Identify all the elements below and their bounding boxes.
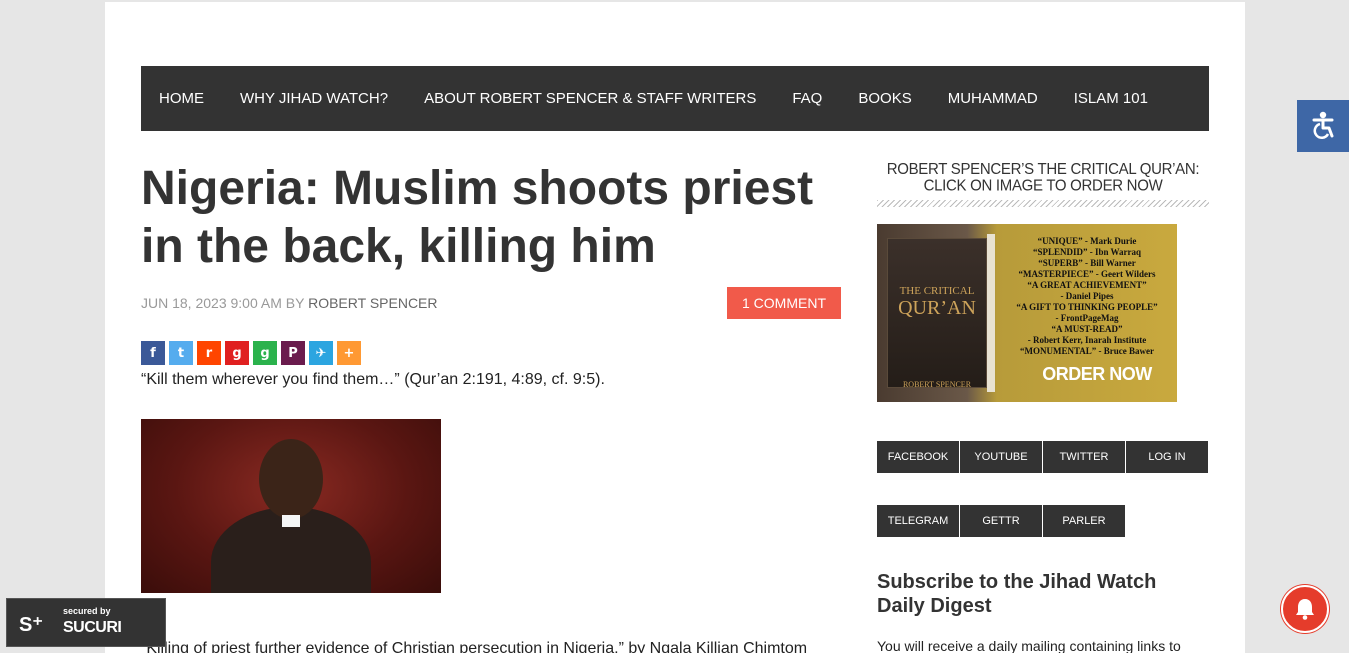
book-praise-line: “A GREAT ACHIEVEMENT” bbox=[1027, 280, 1147, 290]
byline-prefix: BY bbox=[285, 295, 305, 311]
book-praise-line: “A GIFT TO THINKING PEOPLE” bbox=[1016, 302, 1158, 312]
book-praise-line: - FrontPageMag bbox=[1055, 313, 1119, 323]
nav-item-faq[interactable]: FAQ bbox=[774, 66, 840, 131]
reddit-icon[interactable]: r bbox=[197, 341, 221, 365]
gettr-icon[interactable]: g bbox=[253, 341, 277, 365]
photo-figure-collar bbox=[282, 515, 300, 527]
book-ad-image[interactable]: THE CRITICAL QUR’AN ROBERT SPENCER “UNIQ… bbox=[877, 224, 1177, 402]
book-praise-line: “SUPERB” - Bill Warner bbox=[1038, 258, 1136, 268]
nav-item-why-jihad-watch[interactable]: WHY JIHAD WATCH? bbox=[222, 66, 406, 131]
telegram-icon[interactable]: ✈ bbox=[309, 341, 333, 365]
article-quote: “Kill them wherever you find them…” (Qur… bbox=[141, 371, 605, 388]
twitter-icon[interactable]: t bbox=[169, 341, 193, 365]
accessibility-button[interactable] bbox=[1297, 100, 1349, 152]
book-praise-line: “MASTERPIECE” - Geert Wilders bbox=[1018, 269, 1156, 279]
post-date: JUN 18, 2023 9:00 AM bbox=[141, 295, 282, 311]
bell-icon bbox=[1296, 599, 1314, 620]
notification-bell-button[interactable] bbox=[1281, 585, 1329, 633]
book-praise-line: “MONUMENTAL” - Bruce Bawer bbox=[1019, 346, 1155, 356]
book-pages bbox=[987, 234, 995, 392]
sucuri-logo-icon: S⁺ bbox=[19, 614, 43, 636]
share-bar: f t r g g P ✈ + bbox=[141, 341, 365, 365]
nav-item-islam-101[interactable]: ISLAM 101 bbox=[1056, 66, 1166, 131]
book-praise-list: “UNIQUE” - Mark Durie “SPLENDID” - Ibn Wa… bbox=[1007, 236, 1167, 357]
secured-by-label: secured by bbox=[63, 606, 111, 616]
article-excerpt: “Killing of priest further evidence of C… bbox=[141, 640, 808, 653]
parler-link[interactable]: PARLER bbox=[1043, 505, 1125, 537]
sidebar-book-heading: ROBERT SPENCER’S THE CRITICAL QUR’AN: CL… bbox=[886, 160, 1200, 195]
article-photo bbox=[141, 419, 441, 593]
main-nav: HOME WHY JIHAD WATCH? ABOUT ROBERT SPENC… bbox=[141, 66, 1209, 131]
book-cover-author: ROBERT SPENCER bbox=[902, 380, 972, 389]
book-cover-line1: THE CRITICAL bbox=[899, 285, 975, 297]
more-icon[interactable]: + bbox=[337, 341, 361, 365]
youtube-link[interactable]: YOUTUBE bbox=[960, 441, 1042, 473]
gab-icon[interactable]: g bbox=[225, 341, 249, 365]
nav-item-about[interactable]: ABOUT ROBERT SPENCER & STAFF WRITERS bbox=[406, 66, 774, 131]
comments-button[interactable]: 1 COMMENT bbox=[727, 287, 841, 319]
facebook-link[interactable]: FACEBOOK bbox=[877, 441, 959, 473]
social-links-row-2: TELEGRAM GETTR PARLER bbox=[877, 505, 1125, 537]
telegram-link[interactable]: TELEGRAM bbox=[877, 505, 959, 537]
parler-icon[interactable]: P bbox=[281, 341, 305, 365]
book-praise-line: “A MUST-READ” bbox=[1051, 324, 1123, 334]
facebook-icon[interactable]: f bbox=[141, 341, 165, 365]
book-praise-line: “UNIQUE” - Mark Durie bbox=[1037, 236, 1137, 246]
sucuri-brand: SUCURI bbox=[63, 619, 122, 636]
author-link[interactable]: ROBERT SPENCER bbox=[308, 295, 437, 311]
book-praise-line: - Robert Kerr, Inarah Institute bbox=[1027, 335, 1147, 345]
nav-item-home[interactable]: HOME bbox=[141, 66, 222, 131]
nav-item-books[interactable]: BOOKS bbox=[840, 66, 929, 131]
social-links-row-1: FACEBOOK YOUTUBE TWITTER LOG IN bbox=[877, 441, 1208, 473]
photo-figure-head bbox=[259, 439, 323, 519]
book-cover-line2: QUR’AN bbox=[898, 297, 976, 319]
book-cover: THE CRITICAL QUR’AN ROBERT SPENCER bbox=[887, 238, 987, 389]
subscribe-description: You will receive a daily mailing contain… bbox=[877, 638, 1181, 653]
article-meta: JUN 18, 2023 9:00 AM BY ROBERT SPENCER bbox=[141, 295, 438, 311]
subscribe-heading: Subscribe to the Jihad Watch Daily Diges… bbox=[877, 571, 1157, 617]
accessibility-icon bbox=[1312, 111, 1334, 139]
book-praise-line: - Daniel Pipes bbox=[1060, 291, 1114, 301]
gettr-link[interactable]: GETTR bbox=[960, 505, 1042, 537]
article-title: Nigeria: Muslim shoots priest in the bac… bbox=[141, 162, 814, 273]
sidebar-divider bbox=[877, 200, 1209, 207]
page-container: HOME WHY JIHAD WATCH? ABOUT ROBERT SPENC… bbox=[105, 2, 1245, 653]
nav-item-muhammad[interactable]: MUHAMMAD bbox=[930, 66, 1056, 131]
login-link[interactable]: LOG IN bbox=[1126, 441, 1208, 473]
book-praise-line: “SPLENDID” - Ibn Warraq bbox=[1032, 247, 1142, 257]
twitter-link[interactable]: TWITTER bbox=[1043, 441, 1125, 473]
order-now-label: ORDER NOW bbox=[1042, 364, 1152, 384]
sucuri-badge[interactable]: S⁺ secured by SUCURI bbox=[6, 598, 166, 647]
